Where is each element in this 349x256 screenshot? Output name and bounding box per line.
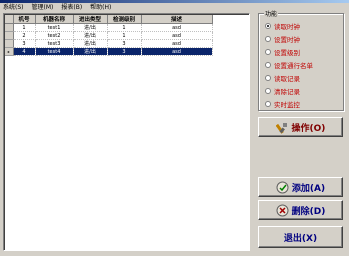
column-header-id[interactable]: 机号 (13, 15, 36, 24)
delete-icon (276, 204, 289, 217)
table-row-selected[interactable]: ▸ 4 test4 进/出 3 asd (5, 47, 213, 56)
menu-help[interactable]: 帮助(H) (90, 3, 111, 12)
cell-direction: 进/出 (73, 47, 108, 56)
menu-system[interactable]: 系统(S) (3, 3, 24, 12)
column-header-name[interactable]: 机器名称 (35, 15, 74, 24)
cell-name: test1 (35, 23, 74, 32)
radio-live-monitor[interactable]: 实时监控 (265, 99, 300, 109)
cell-level: 1 (107, 23, 142, 32)
radio-button[interactable] (265, 35, 271, 42)
cell-id: 2 (13, 31, 36, 40)
delete-button[interactable]: 删除(D) (258, 200, 343, 220)
radio-button[interactable] (265, 74, 271, 81)
menu-bar: 系统(S) 管理(M) 报表(B) 帮助(H) (0, 3, 349, 12)
cell-description: asd (141, 39, 213, 48)
operate-button-label: 操作(O) (291, 123, 326, 134)
table-row[interactable]: 3 test3 进/出 3 asd (5, 39, 213, 48)
function-group: 功能 读取时钟 设置时钟 设置级别 设置通行名单 读取记录 清除记录 实时监控 (258, 11, 344, 111)
cell-name: test3 (35, 39, 74, 48)
radio-button[interactable] (265, 61, 271, 68)
cell-level: 3 (107, 39, 142, 48)
row-indicator[interactable]: ▸ (5, 47, 14, 56)
radio-read-clock[interactable]: 读取时钟 (265, 21, 300, 31)
header-corner (5, 15, 14, 24)
cell-direction: 进/出 (73, 23, 108, 32)
column-header-description[interactable]: 描述 (141, 15, 213, 24)
cell-description: asd (141, 31, 213, 40)
radio-button[interactable] (265, 48, 271, 55)
machine-grid[interactable]: 机号 机器名称 进出类型 检测级别 描述 1 test1 进/出 1 asd 2… (3, 13, 250, 251)
cell-id: 1 (13, 23, 36, 32)
add-icon (276, 181, 289, 194)
cell-description: asd (141, 23, 213, 32)
row-indicator[interactable] (5, 23, 14, 32)
radio-set-access-list[interactable]: 设置通行名单 (265, 60, 313, 70)
cell-id: 3 (13, 39, 36, 48)
menu-manage[interactable]: 管理(M) (32, 3, 54, 12)
tools-icon (275, 121, 289, 134)
add-button[interactable]: 添加(A) (258, 177, 343, 197)
cell-id: 4 (13, 47, 36, 56)
radio-clear-records[interactable]: 清除记录 (265, 86, 300, 96)
radio-set-clock[interactable]: 设置时钟 (265, 34, 300, 44)
menu-report[interactable]: 报表(B) (61, 3, 82, 12)
radio-button[interactable] (265, 100, 271, 107)
column-header-direction[interactable]: 进出类型 (73, 15, 108, 24)
cell-direction: 进/出 (73, 31, 108, 40)
exit-button-label: 退出(X) (283, 233, 318, 244)
add-button-label: 添加(A) (291, 183, 326, 194)
cell-level: 3 (107, 47, 142, 56)
radio-read-records[interactable]: 读取记录 (265, 73, 300, 83)
radio-set-level[interactable]: 设置级别 (265, 47, 300, 57)
exit-button[interactable]: 退出(X) (258, 226, 343, 248)
delete-button-label: 删除(D) (291, 206, 326, 217)
radio-button[interactable] (265, 87, 271, 94)
machine-table: 机号 机器名称 进出类型 检测级别 描述 1 test1 进/出 1 asd 2… (5, 15, 213, 56)
table-header-row: 机号 机器名称 进出类型 检测级别 描述 (5, 15, 213, 24)
table-row[interactable]: 1 test1 进/出 1 asd (5, 23, 213, 32)
radio-button-checked[interactable] (265, 22, 271, 29)
cell-description: asd (141, 47, 213, 56)
row-indicator[interactable] (5, 39, 14, 48)
cell-direction: 进/出 (73, 39, 108, 48)
operate-button[interactable]: 操作(O) (258, 117, 343, 137)
cell-level: 1 (107, 31, 142, 40)
cell-name: test4 (35, 47, 74, 56)
column-header-level[interactable]: 检测级别 (107, 15, 142, 24)
table-row[interactable]: 2 test2 进/出 1 asd (5, 31, 213, 40)
cell-name: test2 (35, 31, 74, 40)
row-indicator[interactable] (5, 31, 14, 40)
function-group-title: 功能 (264, 11, 279, 18)
